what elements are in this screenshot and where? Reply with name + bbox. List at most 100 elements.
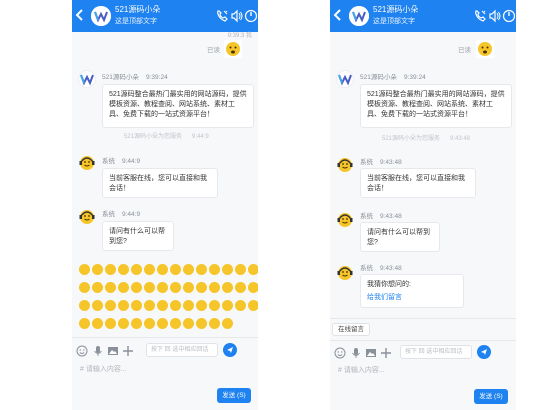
plus-icon[interactable] (122, 344, 134, 356)
emoji-icon[interactable] (196, 300, 207, 311)
headset-emoji-avatar (336, 155, 354, 173)
emoji-icon[interactable] (131, 318, 142, 329)
microphone-icon[interactable] (92, 344, 104, 356)
emoji-icon[interactable] (183, 264, 194, 275)
emoji-icon[interactable] (209, 318, 220, 329)
emoji-icon[interactable] (144, 318, 155, 329)
emoji-icon[interactable] (79, 264, 90, 275)
power-icon[interactable] (502, 9, 516, 23)
emoji-icon[interactable] (209, 300, 220, 311)
leave-message-link[interactable]: 给我们留言 (367, 293, 457, 303)
emoji-icon[interactable] (222, 300, 233, 311)
emoji-icon[interactable] (79, 318, 90, 329)
emoji-icon[interactable] (118, 300, 129, 311)
emoji-icon[interactable] (248, 282, 258, 293)
phone-icon[interactable] (473, 9, 487, 23)
chat-header: 521源码小朵 这是顶部文字 (72, 0, 258, 32)
emoji-icon[interactable] (222, 318, 233, 329)
emoji-icon[interactable] (170, 318, 181, 329)
system-message: 请问有什么可以帮到您? (102, 221, 174, 251)
emoji-icon[interactable] (105, 282, 116, 293)
emoji-icon[interactable] (144, 300, 155, 311)
emoji-icon[interactable] (92, 264, 103, 275)
emoji-icon[interactable] (209, 264, 220, 275)
quick-reply-chip[interactable]: 在线留言 (332, 323, 370, 336)
plus-icon[interactable] (380, 346, 392, 358)
volume-icon[interactable] (230, 9, 244, 23)
emoji-icon[interactable] (118, 318, 129, 329)
emoji-icon[interactable] (222, 282, 233, 293)
emoji-icon[interactable] (105, 318, 116, 329)
quick-reply-search[interactable]: 按下 回 选中相应回话 (400, 345, 472, 359)
welcome-message: 521源码整合最热门最实用的网站源码，提供模板资源、教程查阅、网站系统、素材工具… (360, 84, 512, 128)
phone-icon[interactable] (215, 9, 229, 23)
send-arrow-icon[interactable] (223, 343, 237, 357)
quick-reply-search[interactable]: 按下 回 选中相应回话 (146, 343, 218, 357)
emoji-icon[interactable] (183, 282, 194, 293)
emoji-icon[interactable] (79, 300, 90, 311)
emoji-icon[interactable] (170, 300, 181, 311)
suggestion-title: 我猜你想问的: (367, 281, 411, 288)
welcome-message: 521源码整合最热门最实用的网站源码，提供模板资源、教程查阅、网站系统、素材工具… (102, 84, 254, 128)
emoji-icon[interactable] (248, 264, 258, 275)
read-status: 已读 (207, 47, 220, 54)
emoji-icon[interactable] (105, 264, 116, 275)
emoji-icon[interactable] (222, 264, 233, 275)
emoji-icon[interactable] (157, 282, 168, 293)
system-message: 当前客服在线，您可以直接和我会话！ (102, 168, 218, 198)
emoji-icon[interactable] (170, 264, 181, 275)
service-note-time: 9:44:9 (192, 134, 209, 140)
emoji-icon[interactable] (131, 282, 142, 293)
emoji-icon[interactable] (76, 344, 88, 357)
avatar (91, 6, 111, 26)
emoji-icon[interactable] (170, 282, 181, 293)
send-button[interactable]: 发送 (S) (217, 388, 251, 403)
emoji-icon[interactable] (334, 346, 346, 359)
sender-name: 521源码小朵 (102, 74, 139, 81)
emoji-icon[interactable] (157, 318, 168, 329)
emoji-icon[interactable] (105, 300, 116, 311)
emoji-icon[interactable] (92, 318, 103, 329)
emoji-icon[interactable] (118, 264, 129, 275)
message-time: 9:43:48 (380, 265, 402, 272)
emoji-icon[interactable] (183, 318, 194, 329)
emoji-icon[interactable] (131, 300, 142, 311)
send-arrow-icon[interactable] (477, 345, 491, 359)
chevron-left-icon[interactable] (75, 8, 87, 22)
message-input[interactable]: # 请输入内容... (80, 365, 127, 374)
emoji-icon[interactable] (235, 300, 246, 311)
header-subtitle: 这是顶部文字 (373, 18, 415, 25)
read-status: 已读 (458, 47, 471, 54)
emoji-avatar-self (476, 40, 494, 58)
emoji-icon[interactable] (92, 282, 103, 293)
emoji-icon[interactable] (144, 282, 155, 293)
message-input[interactable]: # 请输入内容... (338, 366, 385, 375)
emoji-icon[interactable] (235, 282, 246, 293)
send-button[interactable]: 发送 (S) (474, 389, 508, 404)
emoji-icon[interactable] (196, 264, 207, 275)
volume-icon[interactable] (488, 9, 502, 23)
emoji-icon[interactable] (118, 282, 129, 293)
emoji-icon[interactable] (235, 264, 246, 275)
emoji-icon[interactable] (248, 300, 258, 311)
emoji-icon[interactable] (144, 264, 155, 275)
power-icon[interactable] (244, 9, 258, 23)
emoji-icon[interactable] (92, 300, 103, 311)
chevron-left-icon[interactable] (333, 8, 345, 22)
emoji-icon[interactable] (196, 318, 207, 329)
system-message: 当前客服在线，您可以直接和我会话！ (360, 168, 476, 198)
emoji-icon[interactable] (157, 300, 168, 311)
emoji-icon[interactable] (209, 282, 220, 293)
input-toolbar: 按下 回 选中相应回话 (330, 344, 516, 362)
emoji-icon[interactable] (79, 282, 90, 293)
image-icon[interactable] (365, 346, 377, 358)
emoji-icon[interactable] (196, 282, 207, 293)
microphone-icon[interactable] (350, 346, 362, 358)
emoji-avatar-self (224, 40, 242, 58)
logo-avatar (336, 70, 354, 88)
emoji-icon[interactable] (183, 300, 194, 311)
emoji-icon[interactable] (131, 264, 142, 275)
emoji-icon[interactable] (157, 264, 168, 275)
image-icon[interactable] (107, 344, 119, 356)
chat-header: 521源码小朵 这是顶部文字 (330, 0, 516, 32)
